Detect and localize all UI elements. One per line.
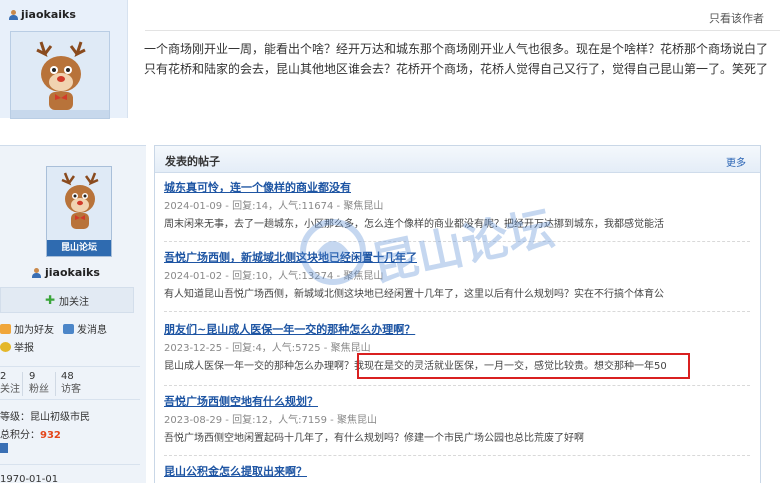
stat-label: 粉丝 (29, 384, 49, 395)
stat-visitors[interactable]: 48 访客 (61, 370, 81, 396)
thread-title-link[interactable]: 昆山公积金怎么提取出来啊？ (164, 464, 750, 480)
stat-label: 访客 (61, 384, 81, 395)
divider (145, 30, 780, 31)
report-label: 举报 (14, 343, 34, 354)
divider (0, 464, 140, 465)
thread-item: 吾悦广场西侧，新城域北侧这块地已经闲置十几年了 2024-01-02 - 回复:… (164, 250, 750, 312)
thread-summary-text: 昆山成人医保一年一交的那种怎么办理啊？ (164, 361, 354, 372)
plus-icon: ✚ (44, 293, 56, 307)
stat-value: 48 (61, 371, 74, 382)
top-post-username-row[interactable]: jiaokaiks (9, 8, 76, 21)
thread-item: 朋友们~昆山成人医保一年一交的那种怎么办理啊？ 2023-12-25 - 回复:… (164, 322, 750, 386)
add-friend-button[interactable]: 加为好友 (0, 321, 54, 336)
top-post-avatar[interactable] (10, 31, 110, 119)
follow-button[interactable]: ✚ 加关注 (0, 287, 134, 313)
thread-item: 城东真可怜，连一个像样的商业都没有 2024-01-09 - 回复:14，人气:… (164, 180, 750, 242)
follow-label: 加关注 (59, 296, 90, 308)
add-friend-icon (0, 323, 11, 334)
thread-title-link[interactable]: 朋友们~昆山成人医保一年一交的那种怎么办理啊？ (164, 322, 750, 338)
thread-summary: 吾悦广场西侧空地闲置起码十几年了，有什么规划吗？修建一个市民广场公园也总比荒废了… (164, 433, 584, 444)
thread-meta: 2023-08-29 - 回复:12，人气:7159 - 聚焦昆山 (164, 415, 377, 426)
user-threads-panel: 发表的帖子 更多 城东真可怜，连一个像样的商业都没有 2024-01-09 - … (154, 145, 761, 483)
stat-followers[interactable]: 9 粉丝 (29, 370, 49, 396)
add-friend-label: 加为好友 (14, 325, 54, 336)
top-post-username[interactable]: jiaokaiks (21, 8, 76, 21)
thread-title-link[interactable]: 吾悦广场西侧，新城域北侧这块地已经闲置十几年了 (164, 250, 750, 266)
report-icon (0, 341, 11, 352)
stat-label: 关注 (0, 384, 20, 395)
only-view-author-link[interactable]: 只看该作者 (709, 10, 764, 26)
thread-title-link[interactable]: 吾悦广场西侧空地有什么规划？ (164, 394, 750, 410)
divider (55, 372, 56, 396)
thread-meta: 2024-01-09 - 回复:14，人气:11674 - 聚焦昆山 (164, 201, 384, 212)
profile-avatar[interactable]: 昆山论坛 (46, 166, 112, 257)
top-post-author-panel: jiaokaiks (0, 0, 128, 119)
profile-stats: 2 关注 9 粉丝 48 访客 (0, 366, 140, 400)
profile-username[interactable]: jiaokaiks (45, 266, 100, 279)
send-message-button[interactable]: 发消息 (63, 321, 107, 336)
panel-header: 发表的帖子 更多 (155, 146, 760, 173)
report-button[interactable]: 举报 (0, 339, 34, 354)
stat-following[interactable]: 2 关注 (0, 370, 20, 396)
user-icon (32, 267, 41, 278)
more-link[interactable]: 更多 (726, 154, 746, 169)
thread-summary: 昆山成人医保一年一交的那种怎么办理啊？我现在是交的灵活就业医保，一月一交，感觉比… (164, 353, 750, 379)
stat-value: 2 (0, 371, 7, 382)
profile-sidebar: 昆山论坛 jiaokaiks ✚ 加关注 加为好友 发消息 举报 2 关注 9 … (0, 145, 146, 485)
reindeer-avatar-icon (11, 32, 109, 118)
thread-meta: 2024-01-02 - 回复:10，人气:13274 - 聚焦昆山 (164, 271, 384, 282)
reindeer-avatar-icon (47, 167, 111, 242)
points-label: 总积分： (0, 430, 40, 441)
stat-value: 9 (29, 371, 36, 382)
send-message-label: 发消息 (77, 325, 107, 336)
highlight-box (357, 353, 690, 379)
profile-username-row[interactable]: jiaokaiks (32, 266, 100, 279)
join-date: 1970-01-01 (0, 474, 59, 485)
thread-item: 昆山公积金怎么提取出来啊？ (164, 464, 750, 484)
panel-title: 发表的帖子 (165, 155, 220, 168)
thread-summary: 周末闲来无事，去了一趟城东，小区那么多，怎么连个像样的商业都没有呢？把经开万达挪… (164, 219, 664, 230)
medal-icon (0, 443, 8, 453)
points-value: 932 (40, 430, 61, 441)
avatar-banner: 昆山论坛 (47, 240, 111, 256)
user-points: 总积分：932 (0, 426, 61, 441)
user-icon (9, 9, 18, 20)
thread-title-link[interactable]: 城东真可怜，连一个像样的商业都没有 (164, 180, 750, 196)
message-icon (63, 323, 74, 334)
post-content: 一个商场刚开业一周，能看出个啥？经开万达和城东那个商场刚开业人气也很多。现在是个… (144, 42, 769, 76)
divider (22, 372, 23, 396)
thread-item: 吾悦广场西侧空地有什么规划？ 2023-08-29 - 回复:12，人气:715… (164, 394, 750, 456)
user-level: 等级：昆山初级市民 (0, 412, 90, 423)
thread-summary: 有人知道昆山吾悦广场西侧，新城域北侧这块地已经闲置十几年了，这里以后有什么规划吗… (164, 289, 664, 300)
